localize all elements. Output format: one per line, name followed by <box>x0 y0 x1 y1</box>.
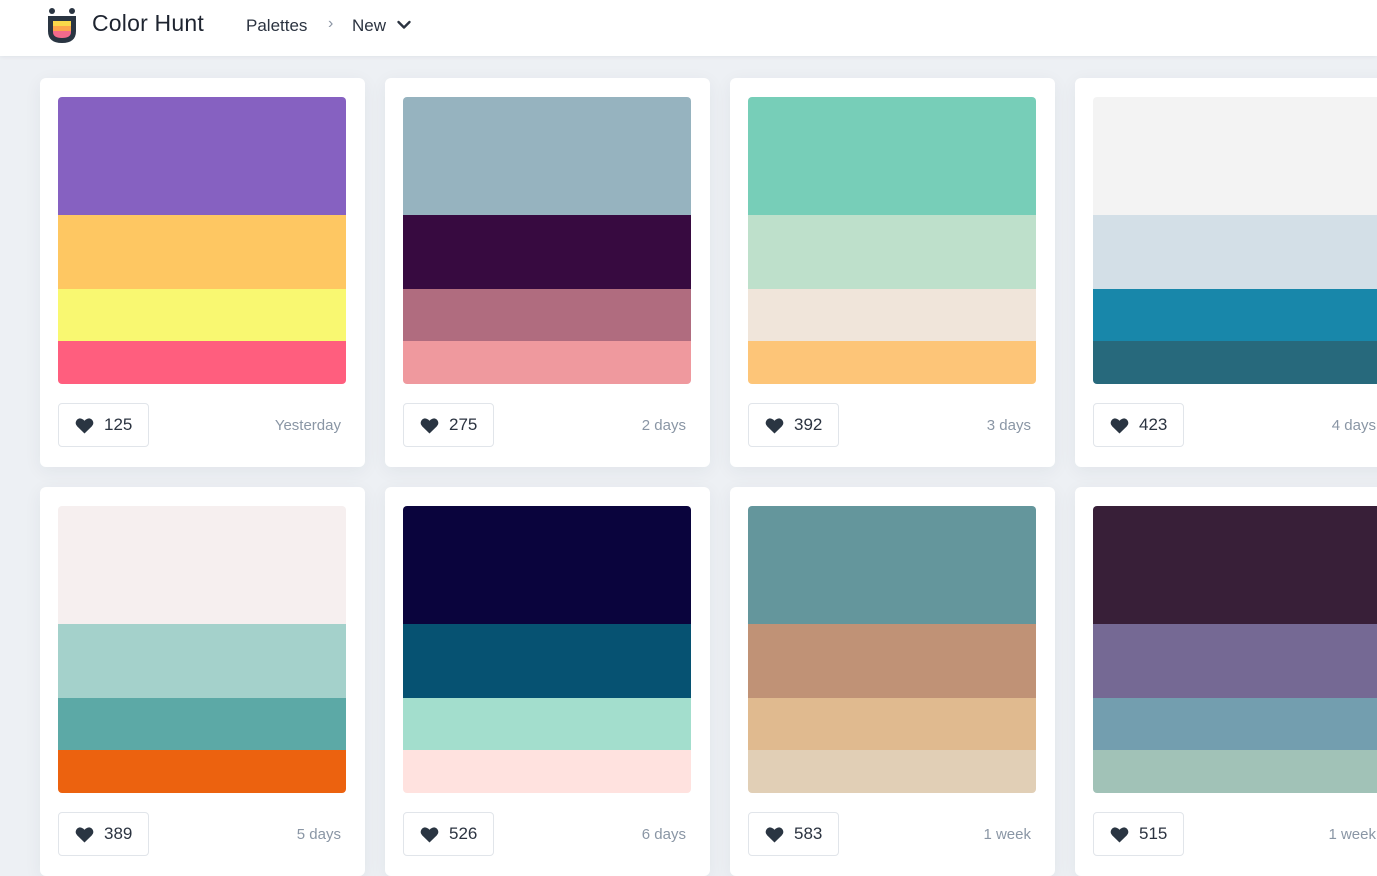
palette-card: 389 5 days <box>40 487 365 876</box>
palette-card: 275 2 days <box>385 78 710 467</box>
heart-icon <box>1110 417 1129 433</box>
palette-card: 526 6 days <box>385 487 710 876</box>
color-swatch[interactable] <box>58 750 346 793</box>
palette-swatches[interactable] <box>1093 506 1377 793</box>
breadcrumb-separator: › <box>328 15 334 32</box>
like-count: 392 <box>794 415 823 434</box>
like-button[interactable]: 583 <box>748 812 840 856</box>
color-swatch[interactable] <box>58 624 346 698</box>
palette-date: 1 week <box>983 826 1031 843</box>
heart-icon <box>75 417 94 433</box>
heart-icon <box>1110 826 1129 842</box>
palette-date: 1 week <box>1328 826 1376 843</box>
color-swatch[interactable] <box>748 750 1036 793</box>
top-header: Color Hunt Palettes › New <box>0 0 1377 56</box>
like-button[interactable]: 392 <box>748 403 840 447</box>
color-swatch[interactable] <box>58 506 346 624</box>
like-count: 275 <box>449 415 478 434</box>
color-swatch[interactable] <box>58 215 346 289</box>
palette-swatches[interactable] <box>58 97 346 384</box>
color-swatch[interactable] <box>403 341 691 384</box>
like-count: 583 <box>794 824 823 843</box>
palette-date: Yesterday <box>274 417 341 434</box>
like-button[interactable]: 125 <box>58 403 150 447</box>
palette-swatches[interactable] <box>403 97 691 384</box>
nav-palettes-link[interactable]: Palettes <box>246 16 307 36</box>
color-swatch[interactable] <box>748 97 1036 215</box>
color-swatch[interactable] <box>58 698 346 750</box>
palette-card: 392 3 days <box>730 78 1055 467</box>
color-swatch[interactable] <box>748 698 1036 750</box>
color-swatch[interactable] <box>403 97 691 215</box>
color-swatch[interactable] <box>1093 506 1377 624</box>
color-swatch[interactable] <box>403 624 691 698</box>
color-swatch[interactable] <box>58 341 346 384</box>
heart-icon <box>420 826 439 842</box>
heart-icon <box>765 417 784 433</box>
palette-date: 4 days <box>1331 417 1376 434</box>
color-swatch[interactable] <box>403 750 691 793</box>
color-swatch[interactable] <box>1093 215 1377 289</box>
palette-date: 3 days <box>986 417 1031 434</box>
like-button[interactable]: 275 <box>403 403 495 447</box>
color-swatch[interactable] <box>1093 698 1377 750</box>
like-count: 423 <box>1139 415 1168 434</box>
like-count: 515 <box>1139 824 1168 843</box>
palette-card: 515 1 week <box>1075 487 1377 876</box>
color-swatch[interactable] <box>748 341 1036 384</box>
palette-date: 6 days <box>641 826 686 843</box>
color-swatch[interactable] <box>1093 624 1377 698</box>
like-button[interactable]: 526 <box>403 812 495 856</box>
like-count: 389 <box>104 824 133 843</box>
palette-swatches[interactable] <box>403 506 691 793</box>
like-count: 125 <box>104 415 133 434</box>
chevron-down-icon[interactable] <box>396 17 412 33</box>
palette-swatches[interactable] <box>748 97 1036 384</box>
color-swatch[interactable] <box>403 506 691 624</box>
heart-icon <box>75 826 94 842</box>
color-swatch[interactable] <box>58 289 346 341</box>
like-button[interactable]: 515 <box>1093 812 1185 856</box>
color-swatch[interactable] <box>58 97 346 215</box>
color-swatch[interactable] <box>403 698 691 750</box>
color-swatch[interactable] <box>748 506 1036 624</box>
palette-date: 5 days <box>296 826 341 843</box>
color-swatch[interactable] <box>1093 341 1377 384</box>
like-count: 526 <box>449 824 478 843</box>
palette-swatches[interactable] <box>1093 97 1377 384</box>
heart-icon <box>420 417 439 433</box>
color-swatch[interactable] <box>748 215 1036 289</box>
color-swatch[interactable] <box>748 624 1036 698</box>
palette-swatches[interactable] <box>58 506 346 793</box>
sort-dropdown-label[interactable]: New <box>352 16 386 36</box>
palette-card: 583 1 week <box>730 487 1055 876</box>
brand-title[interactable]: Color Hunt <box>92 10 204 37</box>
color-swatch[interactable] <box>748 289 1036 341</box>
color-swatch[interactable] <box>403 289 691 341</box>
color-swatch[interactable] <box>1093 289 1377 341</box>
color-swatch[interactable] <box>1093 97 1377 215</box>
like-button[interactable]: 389 <box>58 812 150 856</box>
color-hunt-logo-icon[interactable] <box>44 7 80 45</box>
like-button[interactable]: 423 <box>1093 403 1185 447</box>
palette-card: 125 Yesterday <box>40 78 365 467</box>
color-swatch[interactable] <box>1093 750 1377 793</box>
color-swatch[interactable] <box>403 215 691 289</box>
heart-icon <box>765 826 784 842</box>
palette-date: 2 days <box>641 417 686 434</box>
palette-swatches[interactable] <box>748 506 1036 793</box>
palette-card: 423 4 days <box>1075 78 1377 467</box>
